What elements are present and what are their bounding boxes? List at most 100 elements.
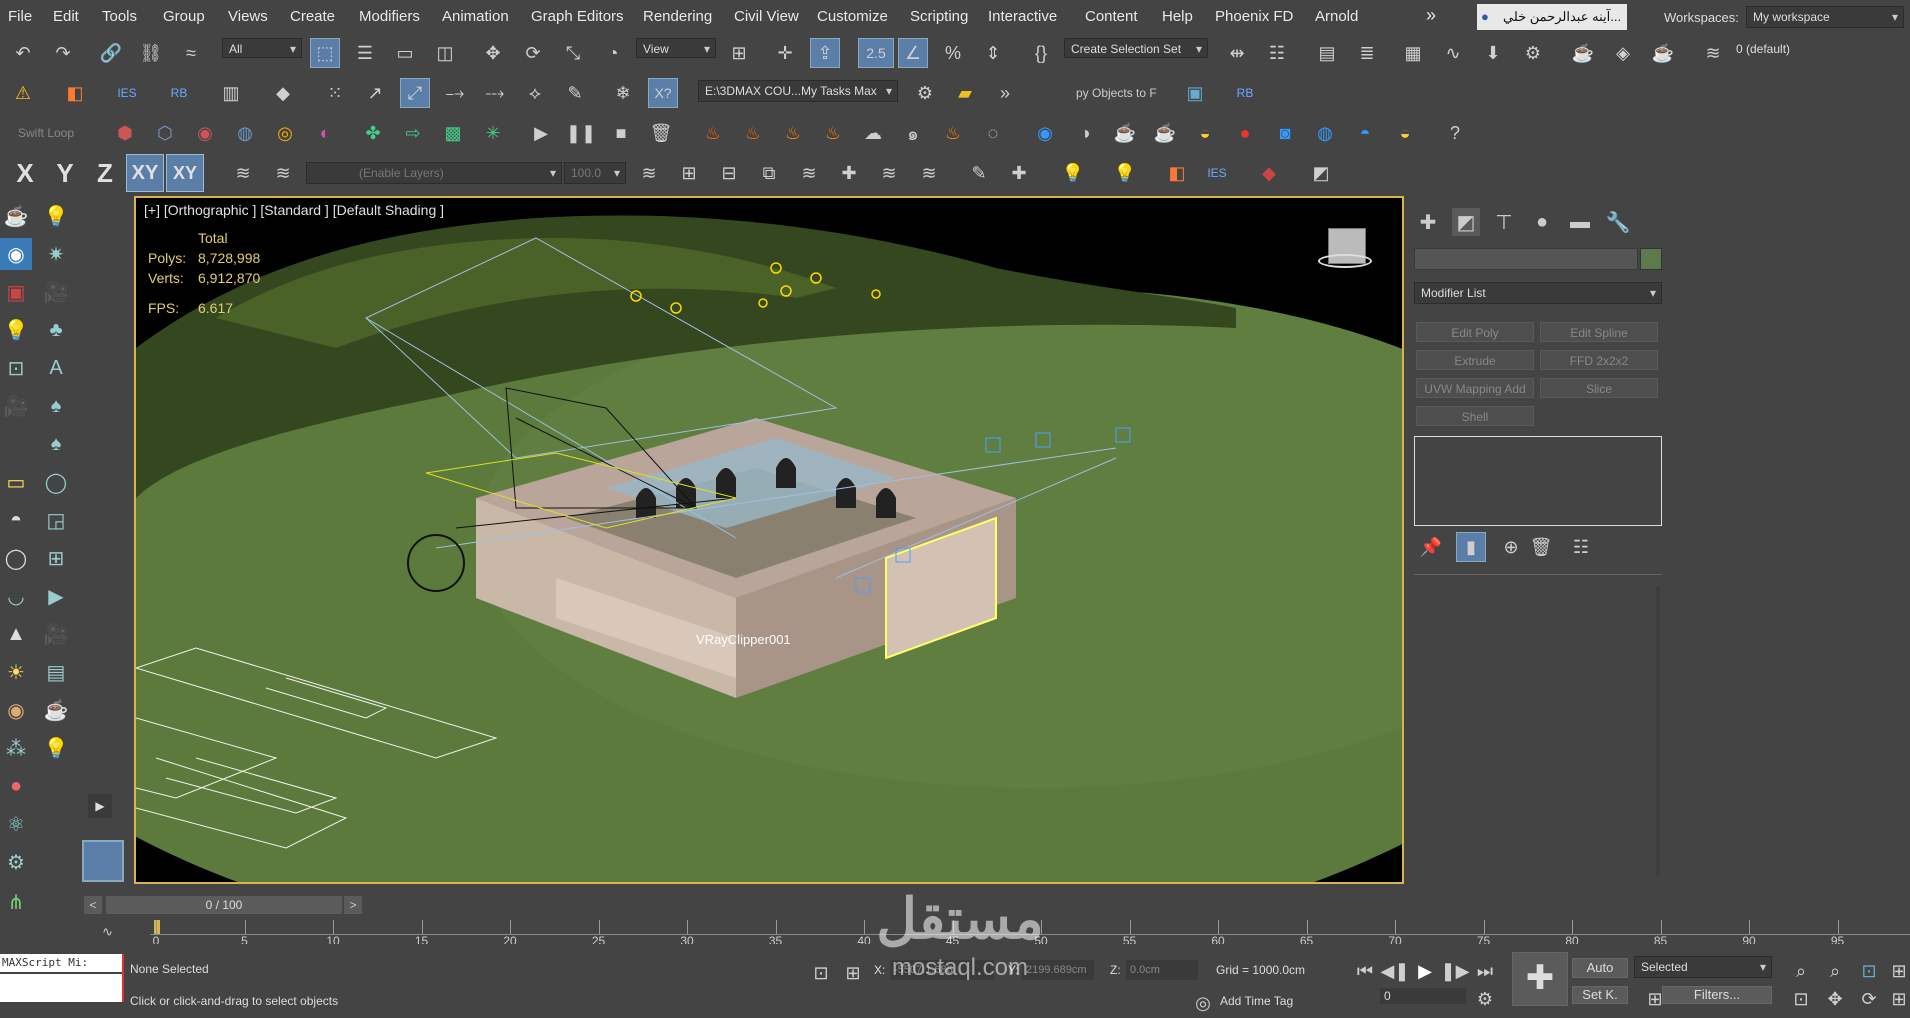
menu-arnold[interactable]: Arnold xyxy=(1315,8,1358,25)
edge-snap-icon[interactable]: ⤍ xyxy=(440,78,470,108)
disc-icon[interactable]: ◉ xyxy=(0,694,32,726)
render-production-icon[interactable]: ☕ xyxy=(1648,38,1678,68)
layer-freeze-icon[interactable]: ≋ xyxy=(914,158,944,188)
cone-icon[interactable]: ▲ xyxy=(0,618,32,650)
percent-snap-icon[interactable]: % xyxy=(938,38,968,68)
display-tab-icon[interactable]: ▬ xyxy=(1566,208,1594,236)
layer-merge-icon[interactable]: ≋ xyxy=(794,158,824,188)
layers-icon[interactable]: ≋ xyxy=(228,158,258,188)
pine-tree2-icon[interactable]: ♠ xyxy=(40,428,72,460)
vray-cube-icon[interactable]: ⬢ xyxy=(110,118,140,148)
menu-civil-view[interactable]: Civil View xyxy=(734,8,799,25)
menu-interactive[interactable]: Interactive xyxy=(988,8,1057,25)
panel-scrollbar[interactable] xyxy=(1656,586,1660,876)
angle-snap-icon[interactable]: ∠ xyxy=(898,38,928,68)
set-key-icon[interactable]: ✚ xyxy=(1512,952,1568,1006)
render-image-icon[interactable]: ▣ xyxy=(0,276,32,308)
y-coord-field[interactable]: 2199.689cm xyxy=(1022,960,1094,980)
layer-add-icon[interactable]: ≋ xyxy=(634,158,664,188)
extrude-button[interactable]: Extrude xyxy=(1416,350,1534,370)
zoom-icon[interactable]: ⌕ xyxy=(1786,956,1816,986)
curve-toggle-icon[interactable]: ∿ xyxy=(102,924,113,940)
stop-icon[interactable]: ■ xyxy=(606,118,636,148)
liquid-icon[interactable]: ◌ xyxy=(978,118,1008,148)
blue-drop-icon[interactable]: ◓ xyxy=(1350,118,1380,148)
menu-overflow-icon[interactable]: » xyxy=(1426,5,1436,26)
snap-active-icon[interactable]: ⤢ xyxy=(400,78,430,108)
goto-end-icon[interactable]: ⏭ xyxy=(1470,956,1500,986)
more-icon[interactable]: » xyxy=(990,78,1020,108)
pin-stack-icon[interactable]: 📌 xyxy=(1416,532,1446,562)
swirl-icon[interactable]: ๑ xyxy=(898,118,928,148)
menu-rendering[interactable]: Rendering xyxy=(643,8,712,25)
water-icon[interactable]: ◉ xyxy=(1030,118,1060,148)
grid-icon[interactable]: ⊞ xyxy=(40,542,72,574)
snaps-toggle-icon[interactable]: 2.5 xyxy=(858,38,894,68)
axis-z-button[interactable]: Z xyxy=(86,154,124,192)
zoom-region-icon[interactable]: ⊞ xyxy=(1884,956,1910,986)
rectangular-selection-icon[interactable]: ▭ xyxy=(390,38,420,68)
bind-space-warp-icon[interactable]: ≈ xyxy=(176,38,206,68)
layer-split-icon[interactable]: ✚ xyxy=(834,158,864,188)
layer-value-spinner[interactable]: 100.0 xyxy=(564,162,626,184)
scale-icon[interactable]: ⤡ xyxy=(558,38,588,68)
layer-plus-icon[interactable]: ⊞ xyxy=(674,158,704,188)
auto-key-button[interactable]: Auto xyxy=(1572,958,1628,978)
redo-icon[interactable]: ↷ xyxy=(48,38,78,68)
key-filters-button[interactable]: Filters... xyxy=(1662,986,1772,1004)
next-key-icon[interactable]: ❚▶ xyxy=(1440,956,1470,986)
teacup-icon[interactable]: ☕ xyxy=(40,694,72,726)
blue-sphere-icon[interactable]: ◍ xyxy=(1310,118,1340,148)
remove-modifier-icon[interactable]: 🗑 xyxy=(1526,532,1556,562)
swift-loop-label[interactable]: Swift Loop xyxy=(18,126,74,140)
bulb-icon-2[interactable]: 💡 xyxy=(1110,158,1140,188)
object-label[interactable]: VRayClipper001 xyxy=(696,632,791,647)
spinner-snap-icon[interactable]: ⇕ xyxy=(978,38,1008,68)
bowl-icon[interactable]: ◡ xyxy=(0,580,32,612)
panel-icon[interactable]: ▤ xyxy=(40,656,72,688)
coffee-icon[interactable]: ☕ xyxy=(1150,118,1180,148)
selection-filter-dropdown[interactable]: All xyxy=(222,38,302,59)
key-mode-icon[interactable]: ⊞ xyxy=(1640,984,1670,1014)
menu-file[interactable]: File xyxy=(8,8,32,25)
move-icon[interactable]: ✥ xyxy=(478,38,508,68)
prev-key-icon[interactable]: ◀❚ xyxy=(1380,956,1410,986)
rb-script-icon[interactable]: RB xyxy=(1230,78,1260,108)
font-icon[interactable]: A xyxy=(40,352,72,384)
key-filter-dropdown[interactable]: Selected xyxy=(1634,956,1772,978)
ribbon-icon[interactable]: ▦ xyxy=(1398,38,1428,68)
sphere-icon[interactable]: ◯ xyxy=(0,542,32,574)
slice-button[interactable]: Slice xyxy=(1540,378,1658,398)
sun-light-icon[interactable]: ✷ xyxy=(40,238,72,270)
layer-del-icon[interactable]: ⊟ xyxy=(714,158,744,188)
reference-coord-dropdown[interactable]: View xyxy=(636,38,716,59)
time-tag-icon[interactable]: ◎ xyxy=(1188,988,1218,1018)
absolute-mode-icon[interactable]: ⊞ xyxy=(838,958,868,988)
link-icon[interactable]: 🔗 xyxy=(96,38,126,68)
vray-tool-icon[interactable]: ◆ xyxy=(1254,158,1284,188)
add-time-tag-label[interactable]: Add Time Tag xyxy=(1220,994,1293,1008)
rotate-icon[interactable]: ⟳ xyxy=(518,38,548,68)
axis-xy-plane-button[interactable]: XY xyxy=(166,154,204,192)
shape-icon[interactable]: ⟡ xyxy=(520,78,550,108)
next-frame-arrow-icon[interactable]: > xyxy=(344,896,362,914)
select-object-icon[interactable]: ⬚ xyxy=(310,38,340,68)
warning-icon[interactable]: ⚠ xyxy=(8,78,38,108)
menu-edit[interactable]: Edit xyxy=(53,8,79,25)
object-color-swatch[interactable] xyxy=(1640,248,1662,270)
plugin-orange-icon[interactable]: ◧ xyxy=(60,78,90,108)
prev-frame-arrow-icon[interactable]: < xyxy=(84,896,102,914)
undo-icon[interactable]: ↶ xyxy=(8,38,38,68)
make-unique-icon[interactable]: ⊕ xyxy=(1496,532,1526,562)
red-sphere-icon[interactable]: ● xyxy=(1230,118,1260,148)
expand-arrow-icon[interactable]: ▶ xyxy=(88,794,112,818)
time-cursor[interactable] xyxy=(154,920,160,934)
layer-copy-icon[interactable]: ⧉ xyxy=(754,158,784,188)
green-grid-icon[interactable]: ▩ xyxy=(438,118,468,148)
scene-explorer-icon[interactable]: ▤ xyxy=(1312,38,1342,68)
teapot-icon[interactable]: ☕ xyxy=(0,200,32,232)
configure-modifier-icon[interactable]: ☷ xyxy=(1566,532,1596,562)
menu-scripting[interactable]: Scripting xyxy=(910,8,968,25)
modify-tab-icon[interactable]: ◩ xyxy=(1452,208,1480,236)
trackbar[interactable] xyxy=(150,920,1910,935)
